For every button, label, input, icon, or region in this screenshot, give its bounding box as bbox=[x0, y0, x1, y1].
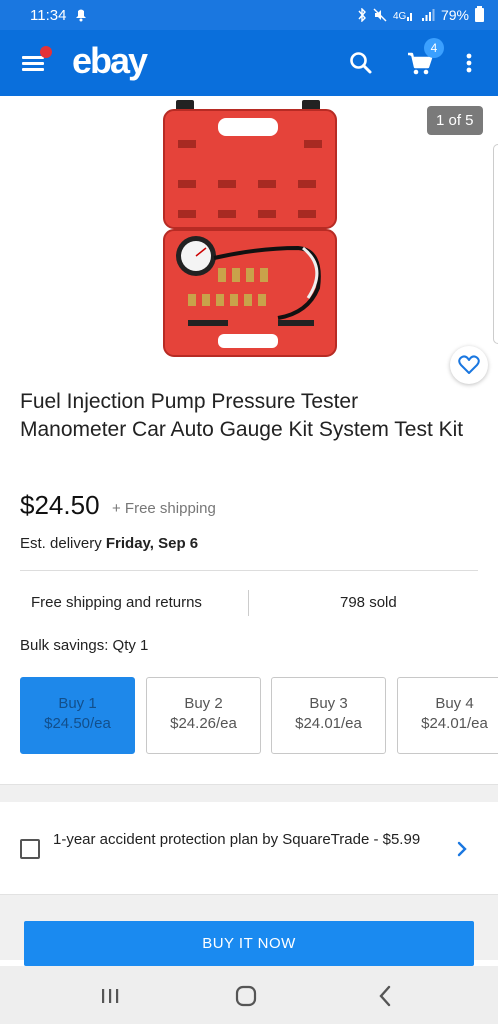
bulk-option-qty: Buy 3 bbox=[309, 695, 348, 712]
product-price: $24.50 bbox=[20, 490, 100, 520]
home-icon[interactable] bbox=[232, 982, 260, 1010]
product-image[interactable] bbox=[158, 98, 342, 364]
status-time: 11:34 bbox=[30, 6, 67, 24]
product-title: Fuel Injection Pump Pressure Tester Mano… bbox=[20, 390, 464, 441]
shipping-note: + Free shipping bbox=[112, 500, 216, 517]
delivery-prefix: Est. delivery bbox=[20, 535, 106, 552]
bulk-option-3[interactable]: Buy 3 $24.01/ea bbox=[271, 677, 386, 754]
bulk-option-1[interactable]: Buy 1 $24.50/ea bbox=[20, 677, 135, 754]
divider bbox=[20, 570, 478, 571]
search-icon[interactable] bbox=[348, 50, 374, 76]
cart-count-badge: 4 bbox=[424, 38, 444, 58]
system-nav-bar bbox=[0, 966, 498, 1024]
bulk-option-2[interactable]: Buy 2 $24.26/ea bbox=[146, 677, 261, 754]
bulk-option-price: $24.50/ea bbox=[44, 715, 111, 732]
signal-icon bbox=[421, 9, 435, 21]
chevron-right-icon[interactable] bbox=[456, 840, 468, 858]
menu-icon[interactable] bbox=[22, 46, 52, 74]
battery-icon bbox=[475, 6, 484, 22]
bluetooth-icon bbox=[358, 8, 366, 22]
feature-divider bbox=[248, 590, 249, 616]
back-icon[interactable] bbox=[372, 982, 400, 1010]
lte-icon: 4G bbox=[393, 11, 412, 22]
mute-icon bbox=[373, 8, 387, 22]
free-returns-label: Free shipping and returns bbox=[31, 594, 202, 611]
heart-icon bbox=[458, 355, 480, 374]
app-bar: ebay 4 bbox=[0, 30, 498, 96]
notification-dot bbox=[40, 46, 52, 58]
image-counter: 1 of 5 bbox=[427, 106, 483, 135]
bulk-options: Buy 1 $24.50/ea Buy 2 $24.26/ea Buy 3 $2… bbox=[20, 677, 498, 754]
notification-icon bbox=[76, 9, 87, 22]
section-separator bbox=[0, 784, 498, 802]
estimated-delivery: Est. delivery Friday, Sep 6 bbox=[20, 535, 198, 552]
battery-level: 79% bbox=[440, 7, 469, 23]
bulk-option-price: $24.01/ea bbox=[421, 715, 488, 732]
delivery-date: Friday, Sep 6 bbox=[105, 535, 199, 552]
bulk-option-qty: Buy 4 bbox=[435, 695, 474, 712]
status-bar: 11:34 4G 79% bbox=[0, 0, 498, 30]
protection-plan-checkbox[interactable] bbox=[20, 839, 40, 859]
svg-text:4G: 4G bbox=[393, 11, 407, 22]
buy-it-now-button[interactable]: BUY IT NOW bbox=[24, 921, 474, 966]
protection-plan-row[interactable]: 1-year accident protection plan by Squar… bbox=[0, 802, 498, 894]
gallery-scroll-edge bbox=[493, 144, 498, 344]
recent-apps-icon[interactable] bbox=[96, 982, 124, 1010]
bulk-option-4[interactable]: Buy 4 $24.01/ea bbox=[397, 677, 498, 754]
bulk-savings-label: Bulk savings: Qty 1 bbox=[20, 637, 149, 654]
bulk-option-qty: Buy 1 bbox=[58, 695, 97, 712]
sold-count: 798 sold bbox=[340, 594, 397, 611]
more-icon[interactable] bbox=[462, 50, 476, 76]
bulk-option-price: $24.01/ea bbox=[295, 715, 362, 732]
bulk-option-qty: Buy 2 bbox=[184, 695, 223, 712]
ebay-logo[interactable]: ebay bbox=[72, 40, 148, 82]
protection-plan-text: 1-year accident protection plan by Squar… bbox=[53, 831, 421, 848]
favorite-button[interactable] bbox=[450, 346, 488, 384]
product-gallery[interactable]: 1 of 5 bbox=[0, 96, 498, 386]
bulk-option-price: $24.26/ea bbox=[170, 715, 237, 732]
